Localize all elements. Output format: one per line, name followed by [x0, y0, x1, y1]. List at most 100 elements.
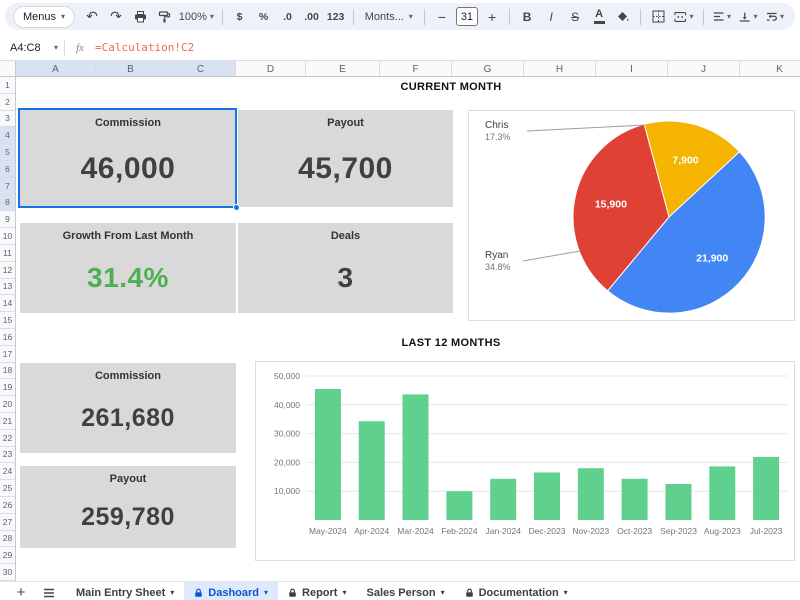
- card-commission-current[interactable]: Commission 46,000: [20, 110, 236, 207]
- card-growth[interactable]: Growth From Last Month 31.4%: [20, 223, 236, 313]
- borders-button[interactable]: [647, 5, 669, 28]
- font-family-select[interactable]: Monts... ▾: [360, 5, 418, 28]
- row-header-23[interactable]: 23: [0, 447, 15, 464]
- row-header-26[interactable]: 26: [0, 497, 15, 514]
- select-all-corner[interactable]: [0, 61, 16, 77]
- sheet-tab-report[interactable]: Report▾: [278, 582, 356, 600]
- bar: [490, 479, 516, 520]
- x-tick-label: Jul-2023: [750, 526, 783, 536]
- card-payout-12m[interactable]: Payout 259,780: [20, 466, 236, 548]
- column-header-I[interactable]: I: [596, 61, 668, 77]
- card-payout-current[interactable]: Payout 45,700: [238, 110, 453, 207]
- format-percent-button[interactable]: %: [253, 5, 275, 28]
- row-header-1[interactable]: 1: [0, 77, 15, 94]
- row-header-29[interactable]: 29: [0, 547, 15, 564]
- print-button[interactable]: [129, 5, 151, 28]
- row-header-14[interactable]: 14: [0, 295, 15, 312]
- row-header-21[interactable]: 21: [0, 413, 15, 430]
- horizontal-align-button[interactable]: ▾: [710, 5, 735, 28]
- row-header-27[interactable]: 27: [0, 514, 15, 531]
- text-wrap-button[interactable]: ▾: [763, 5, 788, 28]
- row-header-25[interactable]: 25: [0, 480, 15, 497]
- column-header-K[interactable]: K: [740, 61, 800, 77]
- row-header-20[interactable]: 20: [0, 396, 15, 413]
- x-tick-label: Apr-2024: [354, 526, 389, 536]
- sheet-tab-documentation[interactable]: Documentation▾: [455, 582, 578, 600]
- row-header-22[interactable]: 22: [0, 430, 15, 447]
- row-header-11[interactable]: 11: [0, 245, 15, 262]
- row-header-4[interactable]: 4: [0, 127, 15, 144]
- name-box[interactable]: A4:C8 ▾: [0, 35, 64, 60]
- row-header-30[interactable]: 30: [0, 564, 15, 581]
- sheet-tab-sales-person[interactable]: Sales Person▾: [357, 582, 455, 600]
- paint-format-button[interactable]: [153, 5, 175, 28]
- row-header-6[interactable]: 6: [0, 161, 15, 178]
- row-header-13[interactable]: 13: [0, 279, 15, 296]
- italic-button[interactable]: I: [540, 5, 562, 28]
- all-sheets-button[interactable]: [36, 582, 62, 600]
- row-header-18[interactable]: 18: [0, 363, 15, 380]
- zoom-button[interactable]: 100% ▾: [177, 5, 215, 28]
- row-header-12[interactable]: 12: [0, 262, 15, 279]
- row-header-2[interactable]: 2: [0, 94, 15, 111]
- fill-color-button[interactable]: [612, 5, 634, 28]
- bar: [446, 491, 472, 520]
- row-header-24[interactable]: 24: [0, 463, 15, 480]
- row-header-28[interactable]: 28: [0, 531, 15, 548]
- row-header-3[interactable]: 3: [0, 111, 15, 128]
- decrease-decimal-button[interactable]: .0: [277, 5, 299, 28]
- card-value: 45,700: [238, 130, 453, 207]
- section-title-current-month[interactable]: CURRENT MONTH: [256, 81, 646, 93]
- undo-button[interactable]: ↶: [81, 5, 103, 28]
- section-title-last-12-months[interactable]: LAST 12 MONTHS: [256, 337, 646, 349]
- sheet-canvas[interactable]: CURRENT MONTH Commission 46,000 Payout 4…: [16, 77, 800, 581]
- column-header-D[interactable]: D: [236, 61, 306, 77]
- y-tick-label: 40,000: [274, 400, 300, 410]
- row-headers: 1234567891011121314151617181920212223242…: [0, 77, 16, 581]
- x-tick-label: Oct-2023: [617, 526, 652, 536]
- pie-chart[interactable]: 7,90021,90015,900 Chris 17.3% Ryan 34.8%: [468, 110, 795, 321]
- column-header-F[interactable]: F: [380, 61, 452, 77]
- bar-chart[interactable]: 10,00020,00030,00040,00050,000May-2024Ap…: [255, 361, 795, 561]
- number-format-button[interactable]: 123: [325, 5, 347, 28]
- column-header-B[interactable]: B: [96, 61, 166, 77]
- card-deals[interactable]: Deals 3: [238, 223, 453, 313]
- fill-handle[interactable]: [233, 204, 240, 211]
- increase-decimal-button[interactable]: .00: [301, 5, 323, 28]
- sheet-tab-dashoard[interactable]: Dashoard▾: [184, 582, 278, 600]
- column-header-A[interactable]: A: [16, 61, 96, 77]
- row-header-5[interactable]: 5: [0, 144, 15, 161]
- row-header-7[interactable]: 7: [0, 178, 15, 195]
- redo-button[interactable]: ↷: [105, 5, 127, 28]
- formula-input[interactable]: =Calculation!C2: [95, 41, 800, 54]
- card-commission-12m[interactable]: Commission 261,680: [20, 363, 236, 453]
- row-header-16[interactable]: 16: [0, 329, 15, 346]
- row-header-8[interactable]: 8: [0, 195, 15, 212]
- row-header-10[interactable]: 10: [0, 228, 15, 245]
- merge-cells-button[interactable]: ▾: [671, 5, 696, 28]
- lock-icon: [288, 588, 297, 598]
- row-header-19[interactable]: 19: [0, 379, 15, 396]
- column-header-J[interactable]: J: [668, 61, 740, 77]
- row-header-9[interactable]: 9: [0, 211, 15, 228]
- menus-button[interactable]: Menus ▾: [13, 6, 75, 28]
- sheet-tab-main-entry-sheet[interactable]: Main Entry Sheet▾: [66, 582, 184, 600]
- pie-label-percent: 17.3%: [485, 132, 511, 144]
- text-color-button[interactable]: A: [588, 5, 610, 28]
- font-size-input[interactable]: 31: [456, 7, 478, 26]
- increase-font-size-button[interactable]: +: [481, 5, 503, 28]
- format-currency-button[interactable]: $: [229, 5, 251, 28]
- add-sheet-button[interactable]: +: [10, 582, 32, 600]
- column-header-C[interactable]: C: [166, 61, 236, 77]
- column-header-G[interactable]: G: [452, 61, 524, 77]
- pie-label-name: Chris: [485, 119, 511, 132]
- strikethrough-button[interactable]: S: [564, 5, 586, 28]
- bold-button[interactable]: B: [516, 5, 538, 28]
- vertical-align-button[interactable]: ▾: [736, 5, 761, 28]
- column-header-H[interactable]: H: [524, 61, 596, 77]
- decrease-font-size-button[interactable]: −: [431, 5, 453, 28]
- chevron-down-icon: ▾: [210, 13, 214, 21]
- row-header-17[interactable]: 17: [0, 346, 15, 363]
- column-header-E[interactable]: E: [306, 61, 380, 77]
- row-header-15[interactable]: 15: [0, 312, 15, 329]
